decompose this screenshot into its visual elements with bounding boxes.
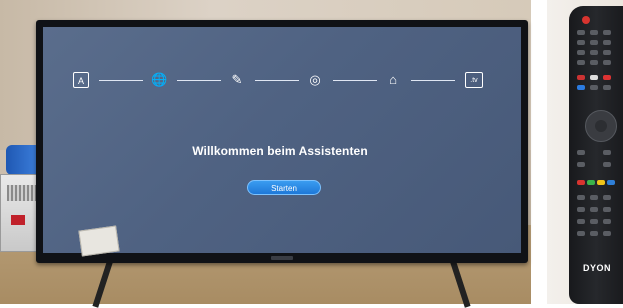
tv-screen: A 🌐 ✎ ◎ ⌂ .tv	[43, 27, 521, 253]
remote-key	[603, 150, 611, 155]
remote-key	[590, 75, 598, 80]
remote-key	[603, 85, 611, 90]
remote-key	[590, 207, 598, 212]
terms-edit-icon: ✎	[231, 72, 243, 87]
remote-dpad	[585, 110, 617, 142]
step-connector	[333, 80, 377, 81]
remote-key	[590, 30, 598, 35]
remote-key	[603, 40, 611, 45]
step-connector	[411, 80, 455, 81]
remote-key	[577, 195, 585, 200]
remote-key	[603, 231, 611, 236]
remote-key	[590, 219, 598, 224]
network-icon: ◎	[309, 72, 321, 87]
remote-brand-logo: DYON	[583, 263, 612, 273]
remote-key	[603, 30, 611, 35]
remote-key	[603, 162, 611, 167]
remote-key	[577, 85, 585, 90]
remote-key	[590, 195, 598, 200]
remote-key	[577, 162, 585, 167]
remote-key	[577, 50, 585, 55]
remote-ok-button	[595, 120, 607, 132]
remote-key	[590, 50, 598, 55]
energy-label-sticker	[78, 225, 120, 257]
red-key	[577, 180, 585, 185]
remote-key	[577, 40, 585, 45]
remote-key	[577, 207, 585, 212]
remote-key	[590, 60, 598, 65]
step-connector	[177, 80, 221, 81]
green-key	[587, 180, 595, 185]
remote-key	[603, 75, 611, 80]
language-icon: A	[73, 72, 89, 88]
yellow-key	[597, 180, 605, 185]
remote-key	[577, 60, 585, 65]
remote-key	[577, 231, 585, 236]
remote-key	[577, 75, 585, 80]
remote-key	[603, 60, 611, 65]
remote-key	[590, 85, 598, 90]
remote-key	[577, 30, 585, 35]
remote-key	[577, 150, 585, 155]
blue-key	[607, 180, 615, 185]
remote-key	[590, 40, 598, 45]
remote-key	[603, 219, 611, 224]
tv-brand-badge	[271, 256, 293, 260]
step-connector	[99, 80, 143, 81]
start-button[interactable]: Starten	[247, 180, 321, 195]
tv-channel-icon-label: .tv	[470, 77, 478, 84]
remote-key	[577, 219, 585, 224]
device-indicator	[11, 215, 25, 225]
setup-progress-steps: A 🌐 ✎ ◎ ⌂ .tv	[73, 71, 493, 95]
power-button-icon	[582, 16, 590, 24]
tv-channel-icon: .tv	[465, 72, 483, 88]
remote-key	[603, 195, 611, 200]
home-mode-icon: ⌂	[389, 72, 397, 87]
remote-key	[603, 207, 611, 212]
step-connector	[255, 80, 299, 81]
globe-region-icon: 🌐	[151, 72, 168, 87]
welcome-heading: Willkommen beim Assistenten	[192, 144, 368, 158]
remote-key	[603, 50, 611, 55]
remote-key	[590, 231, 598, 236]
